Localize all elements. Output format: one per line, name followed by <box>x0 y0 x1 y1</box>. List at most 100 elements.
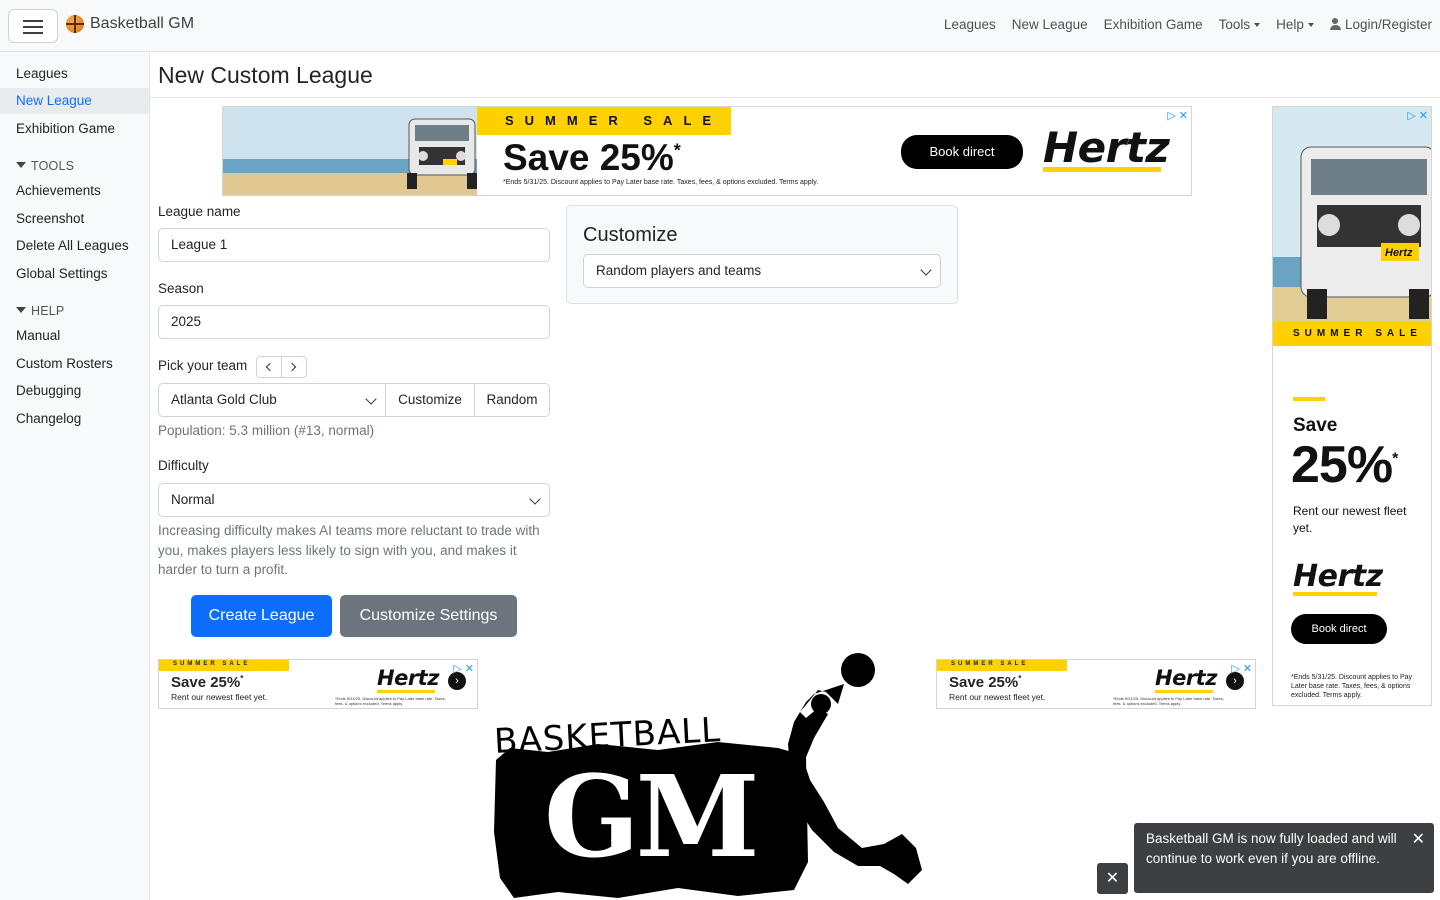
sidebar-item-delete-all-leagues[interactable]: Delete All Leagues <box>0 233 149 259</box>
brand-link[interactable]: Basketball GM <box>66 15 194 33</box>
customize-card: Customize Random players and teams <box>566 205 958 304</box>
close-icon[interactable]: ✕ <box>1412 830 1425 850</box>
chevron-down-icon <box>365 393 377 405</box>
difficulty-label: Difficulty <box>158 458 209 473</box>
customize-select-value: Random players and teams <box>596 263 762 278</box>
basketball-icon <box>66 15 84 33</box>
top-navbar: Basketball GM Leagues New League Exhibit… <box>0 0 1440 52</box>
small-ad-headline: Save 25%* <box>949 674 1022 691</box>
difficulty-help-text: Increasing difficulty makes AI teams mor… <box>158 523 540 577</box>
create-league-button[interactable]: Create League <box>191 595 332 637</box>
customize-settings-button[interactable]: Customize Settings <box>340 595 517 637</box>
sidebar-tools-heading[interactable]: TOOLS <box>16 159 74 173</box>
side-ad-accent <box>1293 397 1325 401</box>
side-ad-percent: 25%* <box>1291 436 1398 494</box>
sidebar: Leagues New League Exhibition Game TOOLS… <box>0 52 150 900</box>
previous-team-button[interactable] <box>257 357 281 377</box>
ad-fineprint: *Ends 5/31/25. Discount applies to Pay L… <box>503 179 819 186</box>
customize-source-select[interactable]: Random players and teams <box>583 254 941 288</box>
side-ad-jeep-image <box>1273 107 1431 322</box>
nav-new-league[interactable]: New League <box>1012 17 1088 32</box>
ad-hertz-logo: Hertz <box>1043 123 1170 172</box>
small-ad-hertz-underline <box>1155 690 1213 693</box>
side-ad-subtitle: Rent our newest fleet yet. <box>1293 504 1407 535</box>
ad-jeep-image <box>223 107 477 195</box>
small-ad-fineprint: *Ends 5/31/25. Discount applies to Pay L… <box>335 696 446 706</box>
pick-team-label: Pick your team <box>158 358 248 373</box>
small-ad-headline: Save 25%* <box>171 674 244 691</box>
sidebar-item-screenshot[interactable]: Screenshot <box>0 206 149 232</box>
difficulty-select[interactable]: Normal <box>158 483 550 517</box>
user-icon <box>1329 18 1341 30</box>
nav-exhibition-game[interactable]: Exhibition Game <box>1104 17 1203 32</box>
sidebar-item-debugging[interactable]: Debugging <box>0 378 149 404</box>
small-ad-right[interactable]: SUMMER SALE Save 25%* Rent our newest fl… <box>936 659 1256 709</box>
side-ad-fineprint: *Ends 5/31/25. Discount applies to Pay L… <box>1291 674 1413 699</box>
random-team-button[interactable]: Random <box>474 383 550 417</box>
chevron-down-icon <box>920 264 932 276</box>
sidebar-item-exhibition-game[interactable]: Exhibition Game <box>0 116 149 142</box>
side-ad-sale-label: SUMMER SALE <box>1293 328 1422 339</box>
side-ad-save: Save <box>1293 415 1338 436</box>
title-divider <box>150 97 1440 98</box>
toast-message: Basketball GM is now fully loaded and wi… <box>1146 831 1397 866</box>
navbar-links: Leagues New League Exhibition Game Tools… <box>944 17 1432 32</box>
league-name-label: League name <box>158 204 241 219</box>
side-ad-banner[interactable]: Hertz SUMMER SALE Save 25%* Rent our new… <box>1272 106 1432 706</box>
team-select[interactable]: Atlanta Gold Club <box>158 383 386 417</box>
ad-book-direct-button[interactable]: Book direct <box>901 135 1023 169</box>
nav-login-register[interactable]: Login/Register <box>1329 17 1432 32</box>
logo-word-gm: GM <box>544 752 760 883</box>
ad-sale-label: SUMMER SALE <box>505 113 723 128</box>
sidebar-item-changelog[interactable]: Changelog <box>0 406 149 432</box>
small-adchoices-icon[interactable]: ▷ ✕ <box>1231 662 1252 675</box>
sidebar-item-new-league[interactable]: New League <box>0 88 149 114</box>
adchoices-icon[interactable]: ▷ ✕ <box>1167 109 1188 122</box>
small-ad-subtitle: Rent our newest fleet yet. <box>171 692 268 702</box>
chevron-right-icon <box>287 362 297 372</box>
side-ad-jeep-badge: Hertz <box>1385 247 1413 259</box>
offline-toast: Basketball GM is now fully loaded and wi… <box>1134 823 1434 893</box>
sidebar-item-leagues[interactable]: Leagues <box>0 61 149 87</box>
top-ad-banner[interactable]: SUMMER SALE Save 25%* *Ends 5/31/25. Dis… <box>222 106 1192 196</box>
league-name-input[interactable]: League 1 <box>158 228 550 262</box>
small-ad-sale-label: SUMMER SALE <box>173 661 251 667</box>
hamburger-menu-button[interactable] <box>8 9 58 43</box>
next-team-button[interactable] <box>281 357 306 377</box>
population-text: Population: 5.3 million (#13, normal) <box>158 423 375 438</box>
sidebar-item-custom-rosters[interactable]: Custom Rosters <box>0 351 149 377</box>
season-input[interactable]: 2025 <box>158 305 550 339</box>
customize-card-title: Customize <box>583 224 678 246</box>
sidebar-item-global-settings[interactable]: Global Settings <box>0 261 149 287</box>
chevron-down-icon <box>529 493 541 505</box>
team-arrows <box>256 356 307 378</box>
toast-dismiss-all-button[interactable]: ✕ <box>1097 863 1128 894</box>
ad-headline: Save 25%* <box>503 137 681 178</box>
basketball-gm-logo: BASKETBALL GM <box>488 652 928 900</box>
side-ad-hertz-logo: Hertz <box>1293 559 1383 594</box>
customize-team-button[interactable]: Customize <box>385 383 475 417</box>
sidebar-help-heading[interactable]: HELP <box>16 304 64 318</box>
nav-tools-dropdown[interactable]: Tools <box>1219 17 1261 32</box>
sidebar-item-achievements[interactable]: Achievements <box>0 178 149 204</box>
side-adchoices-icon[interactable]: ▷ ✕ <box>1407 109 1428 122</box>
small-ad-hertz-logo: Hertz <box>377 666 439 690</box>
brand-name: Basketball GM <box>90 15 195 32</box>
small-ad-left[interactable]: SUMMER SALE Save 25%* Rent our newest fl… <box>158 659 478 709</box>
season-label: Season <box>158 281 204 296</box>
page-title: New Custom League <box>158 62 373 88</box>
small-ad-subtitle: Rent our newest fleet yet. <box>949 692 1046 702</box>
ad-hertz-underline <box>1043 167 1161 172</box>
small-ad-fineprint: *Ends 5/31/25. Discount applies to Pay L… <box>1113 696 1224 706</box>
nav-help-dropdown[interactable]: Help <box>1276 17 1314 32</box>
side-ad-hertz-underline <box>1293 592 1377 596</box>
small-adchoices-icon[interactable]: ▷ ✕ <box>453 662 474 675</box>
side-ad-book-direct-button[interactable]: Book direct <box>1291 614 1387 644</box>
login-label: Login/Register <box>1344 17 1432 32</box>
team-select-value: Atlanta Gold Club <box>171 392 277 407</box>
chevron-left-icon <box>265 362 275 372</box>
small-ad-sale-label: SUMMER SALE <box>951 661 1029 667</box>
sidebar-item-manual[interactable]: Manual <box>0 323 149 349</box>
nav-leagues[interactable]: Leagues <box>944 17 996 32</box>
difficulty-select-value: Normal <box>171 492 215 507</box>
